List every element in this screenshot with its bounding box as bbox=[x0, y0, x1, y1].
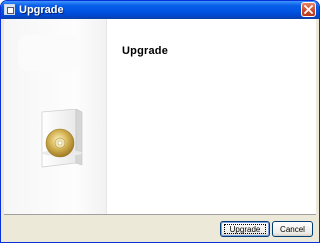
upgrade-dialog: Upgrade Upgrade Upgrade Cancel bbox=[0, 0, 320, 243]
cancel-button-label: Cancel bbox=[280, 225, 305, 234]
window-title: Upgrade bbox=[19, 4, 64, 16]
cancel-button[interactable]: Cancel bbox=[272, 221, 313, 237]
content-area: Upgrade bbox=[4, 19, 316, 215]
title-bar[interactable]: Upgrade bbox=[1, 1, 319, 19]
close-icon bbox=[304, 5, 313, 14]
button-bar: Upgrade Cancel bbox=[4, 215, 316, 242]
software-box-cd-icon bbox=[41, 109, 83, 168]
app-icon bbox=[4, 4, 15, 15]
upgrade-button-label: Upgrade bbox=[229, 225, 261, 234]
banner-highlight bbox=[18, 35, 80, 71]
close-button[interactable] bbox=[301, 2, 316, 17]
upgrade-button[interactable]: Upgrade bbox=[220, 221, 270, 237]
side-banner bbox=[4, 19, 107, 214]
page-heading: Upgrade bbox=[122, 45, 169, 57]
